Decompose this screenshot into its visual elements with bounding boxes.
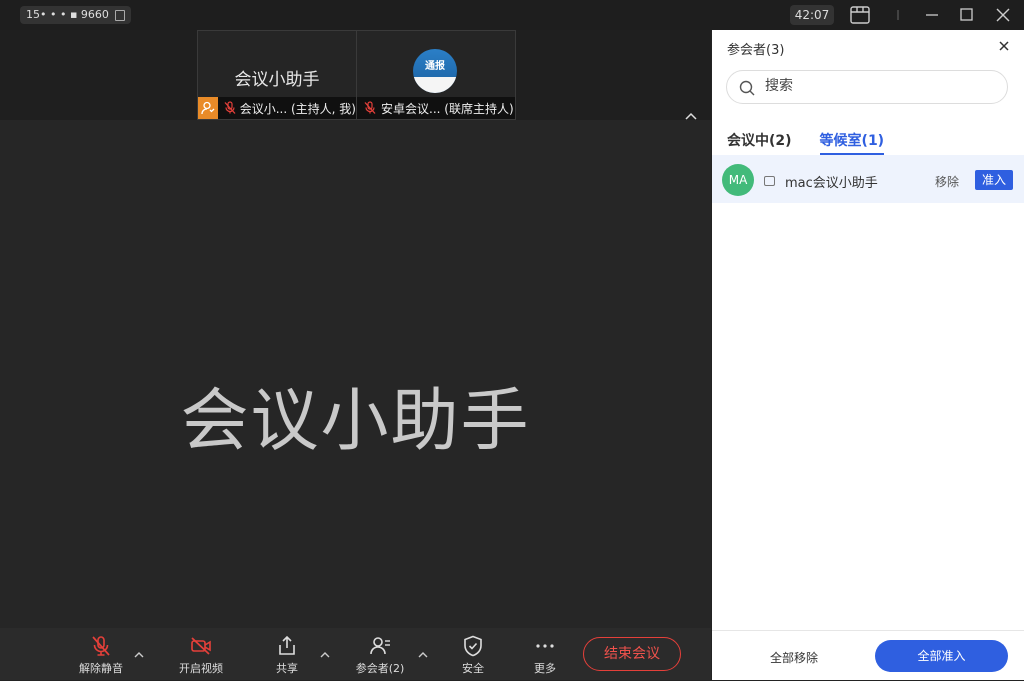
more-icon: [536, 644, 554, 648]
close-icon[interactable]: [996, 38, 1012, 54]
participants-panel: 参会者(3) 会议中(2) 等候室(1) MA mac会议小助手 移除 准入 全…: [712, 30, 1024, 680]
thumbnail-label-bar: 会议小... (主持人, 我): [198, 97, 356, 119]
unmute-button[interactable]: 解除静音: [76, 628, 126, 680]
waiting-participant-row: MA mac会议小助手 移除 准入: [712, 155, 1024, 203]
remove-button[interactable]: 移除: [935, 173, 959, 190]
device-icon: [764, 176, 775, 186]
tab-in-meeting[interactable]: 会议中(2): [727, 130, 792, 155]
share-icon: [279, 635, 295, 655]
chevron-up-icon[interactable]: [682, 108, 700, 122]
maximize-icon[interactable]: [954, 4, 978, 26]
mic-off-icon: [361, 99, 379, 117]
pin-divider-icon: [886, 4, 910, 26]
avatar: 通报: [413, 49, 457, 93]
host-icon: [198, 97, 218, 119]
participants-button[interactable]: 参会者(2): [352, 628, 408, 680]
layout-icon[interactable]: [849, 6, 871, 24]
share-label: 共享: [276, 662, 298, 675]
meeting-toolbar: 解除静音 开启视频 共享 参会者(2) 安全 更多 结束会议: [0, 628, 711, 680]
close-icon[interactable]: [991, 4, 1015, 26]
remove-all-button[interactable]: 全部移除: [770, 649, 818, 666]
start-video-button[interactable]: 开启视频: [176, 628, 226, 680]
participants-options-chevron-icon[interactable]: [416, 646, 430, 658]
search-input[interactable]: [763, 77, 987, 95]
security-label: 安全: [462, 662, 484, 675]
avatar: MA: [722, 164, 754, 196]
participant-name: mac会议小助手: [785, 176, 878, 191]
participant-thumbnail[interactable]: 通报 安卓会议... (联席主持人): [356, 30, 516, 120]
mic-off-icon: [92, 636, 110, 656]
thumbnail-label: 安卓会议... (联席主持人): [381, 101, 514, 116]
title-bar: 15• • • ▪ 9660 42:07: [0, 0, 1024, 30]
end-meeting-button[interactable]: 结束会议: [583, 637, 681, 671]
unmute-label: 解除静音: [79, 662, 123, 675]
video-off-icon: [191, 637, 211, 655]
shield-icon: [464, 635, 482, 657]
meeting-id-chip[interactable]: 15• • • ▪ 9660: [20, 6, 131, 24]
more-label: 更多: [534, 662, 556, 675]
share-button[interactable]: 共享: [270, 628, 304, 680]
panel-title: 参会者(3): [727, 43, 785, 58]
minimize-icon[interactable]: [920, 4, 944, 26]
mic-off-icon: [222, 99, 238, 117]
participants-icon: [370, 637, 390, 655]
more-button[interactable]: 更多: [528, 628, 562, 680]
participant-thumbnail[interactable]: 会议小助手 会议小... (主持人, 我): [197, 30, 357, 120]
thumbnail-strip: 会议小助手 会议小... (主持人, 我) 通报 安卓会议... (联席主持人): [0, 30, 711, 120]
start-video-label: 开启视频: [179, 662, 223, 675]
search-box: [726, 70, 1008, 104]
meeting-timer: 42:07: [790, 5, 834, 25]
video-stage: 会议小助手 会议小... (主持人, 我) 通报 安卓会议... (联席主持人)…: [0, 30, 711, 628]
thumbnail-label: 会议小... (主持人, 我): [239, 101, 356, 116]
security-button[interactable]: 安全: [456, 628, 490, 680]
panel-footer: 全部移除 全部准入: [712, 630, 1024, 681]
meeting-id-text: 15• • • ▪ 9660: [26, 8, 109, 21]
thumbnail-name: 会议小助手: [234, 70, 320, 90]
avatar-text: 通报: [425, 61, 445, 72]
tab-waiting-room[interactable]: 等候室(1): [819, 130, 885, 155]
search-icon: [739, 80, 755, 100]
admit-all-button[interactable]: 全部准入: [875, 640, 1008, 672]
admit-button[interactable]: 准入: [975, 170, 1013, 190]
active-speaker-name: 会议小助手: [180, 382, 531, 461]
share-options-chevron-icon[interactable]: [318, 646, 332, 658]
participant-tabs: 会议中(2) 等候室(1): [727, 130, 885, 155]
copy-icon[interactable]: [114, 9, 125, 21]
participants-label: 参会者(2): [355, 662, 405, 675]
thumbnail-label-bar: 安卓会议... (联席主持人): [357, 97, 515, 119]
audio-options-chevron-icon[interactable]: [132, 646, 146, 658]
